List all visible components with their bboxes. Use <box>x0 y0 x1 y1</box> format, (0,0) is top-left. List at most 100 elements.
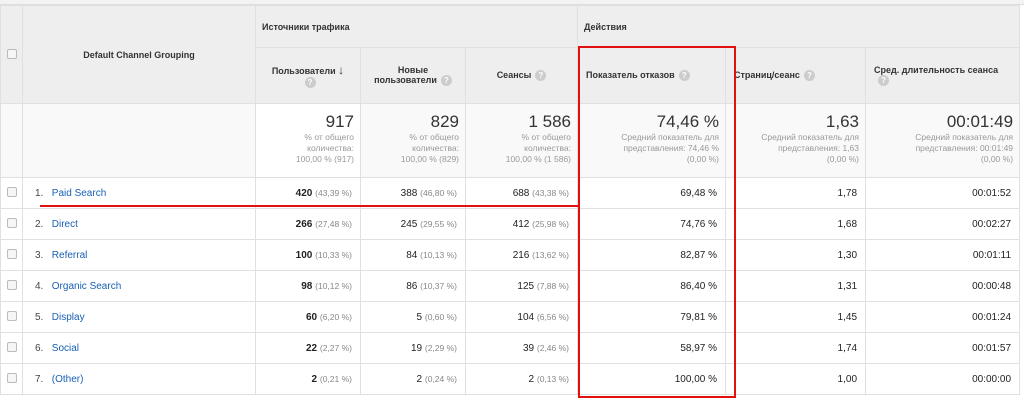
table-row: 2. Direct 266 (27,48 %) 245 (29,55 %) 41… <box>0 208 1021 240</box>
row-number: 7. <box>35 373 44 385</box>
total-note: представления: 1,63 <box>778 143 860 153</box>
column-header[interactable]: Пользователи ↓? <box>255 47 361 104</box>
row-checkbox-cell <box>0 363 23 395</box>
sessions-value: 104 <box>517 311 535 323</box>
row-checkbox-cell <box>0 301 23 333</box>
users-value: 60 <box>305 311 318 323</box>
new-users-pct: (10,37 %) <box>420 280 457 291</box>
row-checkbox[interactable] <box>6 217 17 228</box>
help-icon[interactable]: ? <box>304 77 316 89</box>
channel-link[interactable]: Direct <box>52 219 78 230</box>
row-checkbox-cell <box>0 239 23 271</box>
avg-duration-cell: 00:02:27 <box>865 208 1021 240</box>
table-row: 3. Referral 100 (10,33 %) 84 (10,13 %) 2… <box>0 239 1021 271</box>
new-users-cell: 388 (46,80 %) <box>360 177 466 209</box>
dimension-header[interactable]: Default Channel Grouping <box>22 5 256 104</box>
avg-duration-cell: 00:01:57 <box>865 332 1021 364</box>
total-note: % от общего <box>304 132 354 142</box>
avg-duration-cell: 00:01:11 <box>865 239 1021 271</box>
users-value: 266 <box>295 218 313 230</box>
users-value: 100 <box>295 249 313 261</box>
total-cell: 00:01:49 Средний показатель для представле… <box>865 103 1021 178</box>
column-header-label: Новые пользователи <box>374 64 437 85</box>
table-row: 7. (Other) 2 (0,21 %) 2 (0,24 %) 2 (0,13… <box>0 363 1021 395</box>
row-checkbox[interactable] <box>6 372 17 383</box>
channel-link[interactable]: (Other) <box>52 374 84 385</box>
channel-link[interactable]: Social <box>52 343 79 354</box>
column-header-label: Сред. длительность сеанса <box>874 64 999 75</box>
select-all-checkbox[interactable] <box>6 48 17 59</box>
users-value: 98 <box>301 280 313 292</box>
new-users-value: 86 <box>406 280 418 292</box>
total-value: 00:01:49 <box>946 112 1014 131</box>
channel-link[interactable]: Referral <box>52 250 88 261</box>
row-checkbox[interactable] <box>6 279 17 290</box>
sessions-cell: 39 (2,46 %) <box>464 332 579 364</box>
table-row: 4. Organic Search 98 (10,12 %) 86 (10,37… <box>0 270 1021 302</box>
row-checkbox-cell <box>0 177 23 209</box>
group-actions-header: Действия <box>577 5 1021 48</box>
sessions-value: 216 <box>512 249 530 261</box>
sessions-pct: (0,13 %) <box>536 373 570 384</box>
new-users-cell: 19 (2,29 %) <box>360 332 466 364</box>
column-header[interactable]: Сеансы? <box>464 47 579 104</box>
channel-link[interactable]: Display <box>52 312 85 323</box>
channel-cell: 2. Direct <box>22 208 256 240</box>
new-users-value: 245 <box>400 218 418 230</box>
channel-link[interactable]: Paid Search <box>52 188 106 199</box>
users-cell: 100 (10,33 %) <box>255 239 361 271</box>
channel-cell: 4. Organic Search <box>22 270 256 302</box>
row-checkbox[interactable] <box>6 341 17 352</box>
row-number: 1. <box>35 187 44 199</box>
sessions-cell: 412 (25,98 %) <box>464 208 579 240</box>
new-users-value: 19 <box>410 342 423 354</box>
users-cell: 60 (6,20 %) <box>255 301 361 333</box>
new-users-value: 84 <box>406 249 418 261</box>
row-checkbox[interactable] <box>6 186 17 197</box>
users-pct: (0,21 %) <box>319 373 352 384</box>
help-icon[interactable]: ? <box>803 70 815 82</box>
help-icon[interactable]: ? <box>535 70 547 82</box>
row-checkbox[interactable] <box>6 248 17 259</box>
total-note: Средний показатель для <box>915 132 1014 142</box>
sessions-cell: 2 (0,13 %) <box>464 363 579 395</box>
channel-cell: 3. Referral <box>22 239 256 271</box>
new-users-cell: 245 (29,55 %) <box>360 208 466 240</box>
sessions-value: 2 <box>528 373 535 385</box>
column-header[interactable]: Страниц/сеанс? <box>725 47 867 104</box>
column-header[interactable]: Новые пользователи? <box>360 47 466 104</box>
help-icon[interactable]: ? <box>878 75 890 87</box>
row-checkbox-cell <box>0 270 23 302</box>
new-users-cell: 86 (10,37 %) <box>360 270 466 302</box>
avg-duration-cell: 00:01:24 <box>865 301 1021 333</box>
help-icon[interactable]: ? <box>440 75 452 87</box>
channel-cell: 6. Social <box>22 332 256 364</box>
pages-per-session-cell: 1,31 <box>725 270 867 302</box>
row-checkbox[interactable] <box>6 310 17 321</box>
row-number: 3. <box>35 249 44 261</box>
sessions-cell: 688 (43,38 %) <box>464 177 579 209</box>
column-header-label: Пользователи <box>271 65 336 76</box>
new-users-cell: 2 (0,24 %) <box>360 363 466 395</box>
row-number: 2. <box>35 218 44 230</box>
table-row: 5. Display 60 (6,20 %) 5 (0,60 %) 104 (6… <box>0 301 1021 333</box>
channel-link[interactable]: Organic Search <box>52 281 121 292</box>
column-header-label: Страниц/сеанс <box>734 69 800 80</box>
sort-arrow-icon[interactable]: ↓ <box>338 63 344 77</box>
new-users-pct: (0,24 %) <box>424 373 457 384</box>
pages-per-session-cell: 1,00 <box>725 363 867 395</box>
users-value: 22 <box>305 342 318 354</box>
sessions-cell: 125 (7,88 %) <box>464 270 579 302</box>
total-note: Средний показатель для <box>761 132 860 142</box>
pages-per-session-cell: 1,45 <box>725 301 867 333</box>
users-pct: (10,33 %) <box>315 249 352 260</box>
new-users-value: 5 <box>416 311 423 323</box>
column-header[interactable]: Сред. длительность сеанса? <box>865 47 1021 104</box>
total-note: представления: 00:01:49 <box>915 143 1014 153</box>
total-note: % от общего <box>409 132 459 142</box>
users-pct: (43,39 %) <box>315 187 352 198</box>
avg-duration-cell: 00:00:48 <box>865 270 1021 302</box>
new-users-pct: (46,80 %) <box>420 187 457 198</box>
report-table: Default Channel Grouping Источники трафи… <box>0 5 1021 395</box>
new-users-cell: 5 (0,60 %) <box>360 301 466 333</box>
